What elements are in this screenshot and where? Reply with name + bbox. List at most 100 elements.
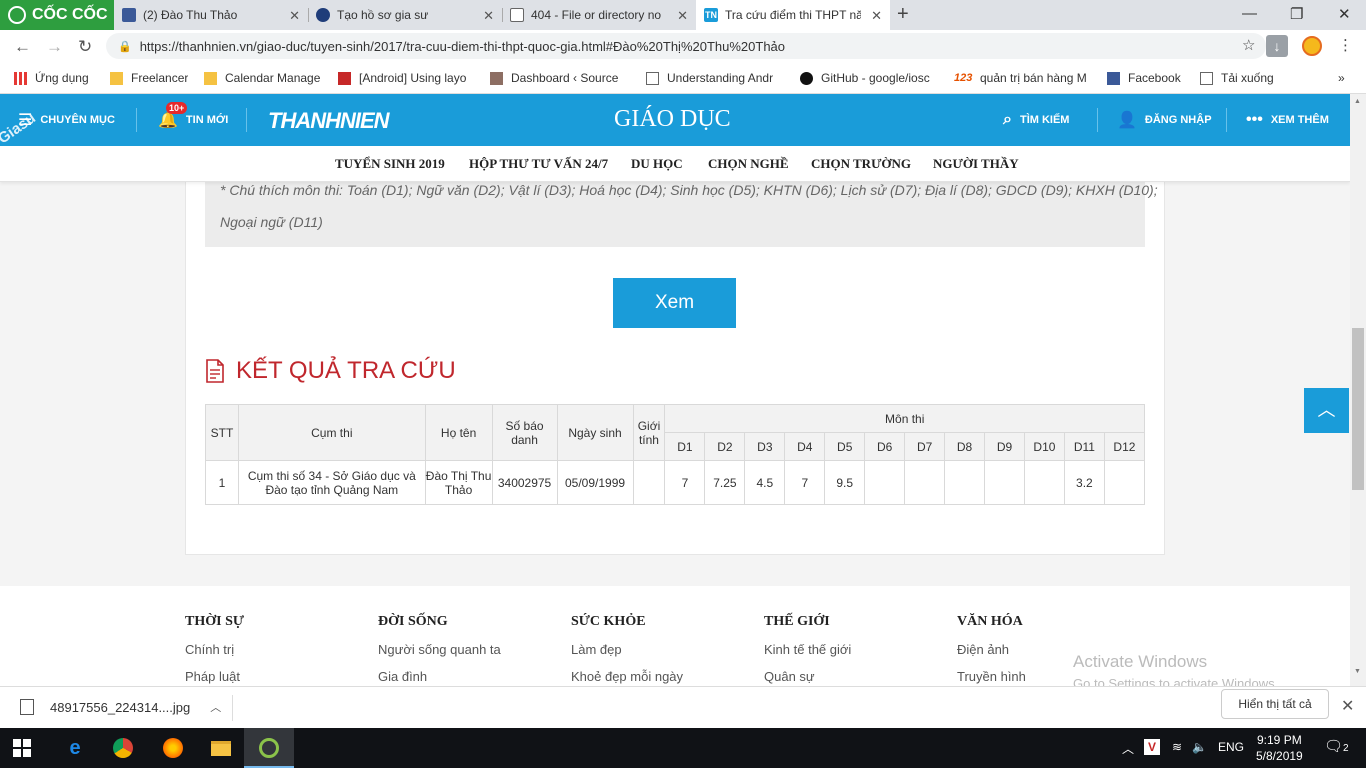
coccoc-logo-icon bbox=[8, 6, 26, 24]
subnav-hop-thu[interactable]: HỘP THƯ TƯ VẤN 24/7 bbox=[469, 156, 608, 172]
tab-404[interactable]: 404 - File or directory not ✕ bbox=[502, 0, 696, 30]
scrollbar-thumb[interactable] bbox=[1352, 328, 1364, 490]
chevron-up-icon: ︿ bbox=[1317, 400, 1336, 420]
tab-facebook[interactable]: (2) Đào Thu Thảo ✕ bbox=[114, 0, 308, 30]
notifications-icon[interactable]: 🗨2 bbox=[1324, 737, 1349, 755]
avatar[interactable] bbox=[1302, 36, 1322, 56]
minimize-icon[interactable]: — bbox=[1242, 5, 1257, 22]
menu-icon[interactable]: ⋮ bbox=[1338, 36, 1353, 54]
bookmark-calendar[interactable]: Calendar Manage bbox=[204, 71, 320, 85]
edge-icon[interactable]: e bbox=[63, 736, 87, 760]
header-d2: D2 bbox=[704, 432, 746, 461]
bookmark-understanding-android[interactable]: Understanding Andr bbox=[646, 71, 784, 85]
header-sbd: Số báo danh bbox=[491, 404, 558, 461]
scroll-up-icon[interactable]: ▲ bbox=[1354, 98, 1361, 105]
header-d1: D1 bbox=[664, 432, 706, 461]
subnav-tuyen-sinh[interactable]: TUYỂN SINH 2019 bbox=[335, 156, 445, 172]
cell-score-d9 bbox=[984, 460, 1025, 505]
login-button[interactable]: 👤 ĐĂNG NHẬP bbox=[1117, 94, 1212, 146]
close-icon[interactable]: ✕ bbox=[483, 8, 494, 24]
subnav-chon-truong[interactable]: CHỌN TRƯỜNG bbox=[811, 156, 911, 172]
bookmark-github[interactable]: GitHub - google/iosc bbox=[800, 71, 938, 85]
bookmarks-overflow-icon[interactable]: » bbox=[1338, 71, 1345, 85]
scroll-to-top-button[interactable]: ︿ bbox=[1304, 388, 1349, 433]
header-d7: D7 bbox=[904, 432, 946, 461]
browser-brand[interactable]: CỐC CỐC bbox=[0, 0, 114, 30]
123-icon: 123 bbox=[954, 71, 973, 84]
back-arrow-icon[interactable]: ← bbox=[14, 37, 31, 57]
reload-icon[interactable]: ↻ bbox=[78, 37, 92, 57]
v-tray-icon[interactable]: V bbox=[1144, 739, 1160, 755]
thanhnien-logo[interactable]: THANHNIEN bbox=[268, 108, 390, 134]
show-all-button[interactable]: Hiển thị tất cả bbox=[1221, 689, 1329, 719]
close-icon[interactable]: ✕ bbox=[1341, 696, 1354, 716]
address-bar: ← → ↻ 🔒 https://thanhnien.vn/giao-duc/tu… bbox=[0, 30, 1366, 62]
chrome-icon[interactable] bbox=[111, 736, 135, 760]
header-d10: D10 bbox=[1023, 432, 1065, 461]
categories-menu[interactable]: ☰ CHUYÊN MỤC bbox=[18, 94, 115, 146]
close-icon[interactable]: ✕ bbox=[289, 8, 300, 24]
page-viewport: Giasu ☰ CHUYÊN MỤC 🔔 TIN MỚI 10+ THANHNIEN… bbox=[0, 94, 1350, 686]
header-d11: D11 bbox=[1063, 432, 1105, 461]
bookmark-sales[interactable]: 123 quản trị bán hàng M bbox=[954, 71, 1090, 85]
folder-icon bbox=[110, 71, 123, 85]
thanhnien-icon: TN bbox=[704, 8, 718, 22]
bookmark-facebook[interactable]: Facebook bbox=[1107, 71, 1181, 85]
download-divider bbox=[232, 695, 233, 721]
image-file-icon bbox=[20, 699, 34, 715]
view-button[interactable]: Xem bbox=[613, 278, 736, 328]
bookmark-downloads[interactable]: Tải xuống bbox=[1200, 71, 1274, 85]
cell-dob: 05/09/1999 bbox=[556, 460, 634, 505]
volume-icon[interactable]: 🔈 bbox=[1192, 740, 1207, 754]
wifi-icon[interactable]: ≋ bbox=[1172, 740, 1182, 754]
github-icon bbox=[800, 71, 813, 85]
facebook-icon bbox=[122, 8, 136, 22]
file-explorer-icon[interactable] bbox=[209, 736, 233, 760]
header-d3: D3 bbox=[744, 432, 786, 461]
tab-tutor-profile[interactable]: Tạo hồ sơ gia sư ✕ bbox=[308, 0, 502, 30]
bookmark-apps[interactable]: Ứng dụng bbox=[14, 71, 89, 85]
coccoc-icon[interactable] bbox=[257, 736, 281, 760]
subnav-chon-nghe[interactable]: CHỌN NGHỀ bbox=[708, 156, 789, 172]
new-tab-icon[interactable]: + bbox=[897, 3, 909, 26]
chevron-up-icon[interactable]: ︿ bbox=[210, 699, 221, 715]
more-button[interactable]: ••• XEM THÊM bbox=[1246, 94, 1329, 146]
scroll-down-icon[interactable]: ▼ bbox=[1354, 668, 1361, 675]
language-indicator[interactable]: ENG bbox=[1218, 740, 1244, 754]
windows-start-icon[interactable] bbox=[10, 736, 34, 760]
bookmark-dashboard[interactable]: Dashboard ‹ Source bbox=[490, 71, 630, 85]
cell-stt: 1 bbox=[205, 460, 239, 505]
header-stt: STT bbox=[205, 404, 239, 461]
bookmark-freelancer[interactable]: Freelancer bbox=[110, 71, 188, 85]
close-icon[interactable]: ✕ bbox=[871, 8, 882, 24]
cell-score-d3: 4.5 bbox=[744, 460, 786, 505]
table-row: 1 Cụm thi số 34 - Sở Giáo dục và Đào tạo… bbox=[205, 460, 1146, 505]
vertical-scrollbar[interactable]: ▲ ▼ bbox=[1350, 94, 1366, 686]
page-icon bbox=[510, 8, 524, 22]
download-item[interactable]: 48917556_224314....jpg ︿ bbox=[20, 699, 221, 715]
tab-score-lookup[interactable]: TN Tra cứu điểm thi THPT nă ✕ bbox=[696, 0, 890, 30]
restore-icon[interactable]: ❐ bbox=[1290, 5, 1303, 23]
windows-logo-icon bbox=[13, 739, 31, 757]
bookmark-android-layout[interactable]: [Android] Using layo bbox=[338, 71, 474, 85]
page-icon bbox=[1200, 71, 1213, 85]
cell-score-d12 bbox=[1103, 460, 1146, 505]
clock[interactable]: 9:19 PM 5/8/2019 bbox=[1256, 732, 1303, 764]
search-button[interactable]: ⌕ TÌM KIẾM bbox=[1003, 94, 1069, 146]
close-icon[interactable]: ✕ bbox=[677, 8, 688, 24]
firefox-icon[interactable] bbox=[161, 736, 185, 760]
download-bar: 48917556_224314....jpg ︿ Hiển thị tất cả… bbox=[0, 686, 1366, 728]
window-close-icon[interactable]: ✕ bbox=[1338, 5, 1351, 23]
header-divider bbox=[246, 108, 247, 132]
download-icon[interactable]: ↓ bbox=[1266, 35, 1288, 57]
sub-navigation: TUYỂN SINH 2019 HỘP THƯ TƯ VẤN 24/7 DU H… bbox=[0, 146, 1350, 182]
subnav-du-hoc[interactable]: DU HỌC bbox=[631, 156, 683, 172]
windows-taskbar: e ︿ V ≋ 🔈 ENG 9:19 PM 5/8/2019 🗨2 bbox=[0, 728, 1366, 768]
header-dob: Ngày sinh bbox=[556, 404, 634, 461]
header-divider bbox=[1226, 108, 1227, 132]
tray-chevron-up-icon[interactable]: ︿ bbox=[1122, 740, 1134, 757]
forward-arrow-icon[interactable]: → bbox=[46, 37, 63, 57]
bookmark-star-icon[interactable]: ☆ bbox=[1242, 36, 1255, 54]
subnav-nguoi-thay[interactable]: NGƯỜI THẦY bbox=[933, 156, 1019, 172]
url-input[interactable]: 🔒 https://thanhnien.vn/giao-duc/tuyen-si… bbox=[106, 33, 1266, 59]
